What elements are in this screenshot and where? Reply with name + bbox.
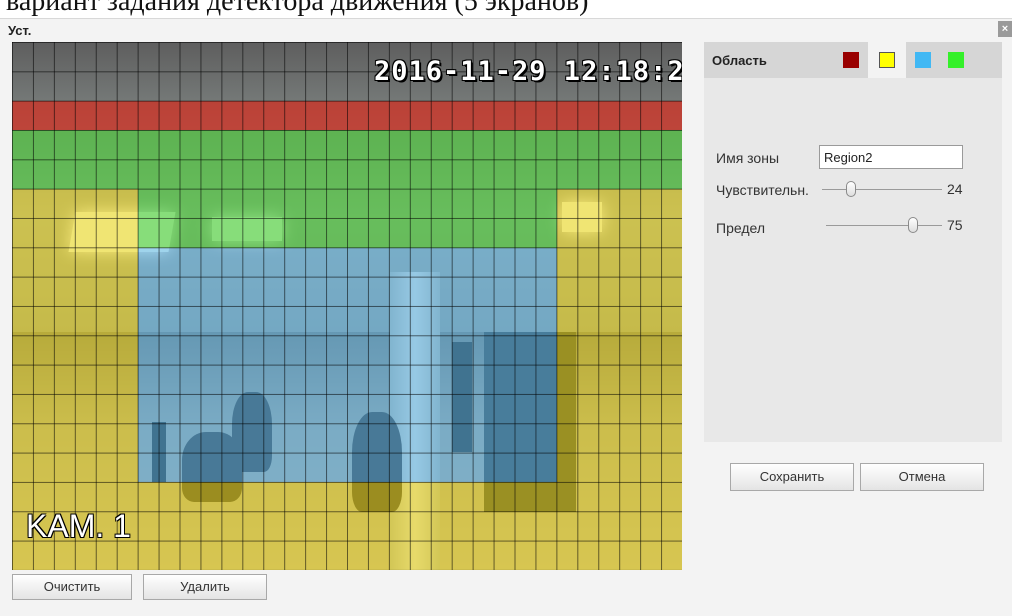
sensitivity-slider-track[interactable] [822,189,942,190]
threshold-label: Предел [716,220,765,236]
sensitivity-slider-thumb[interactable] [845,181,856,197]
top-strip-text: вариант задания детектора движения (5 эк… [6,0,589,17]
video-timestamp: 2016-11-29 12:18:23 [374,56,682,87]
zone-name-input[interactable] [819,145,963,169]
swatch-yellow[interactable] [879,52,895,68]
swatch-green[interactable] [948,52,964,68]
threshold-slider-thumb[interactable] [908,217,918,233]
sensitivity-label: Чувствительн. [716,182,809,198]
region-panel-title: Область [712,53,767,68]
video-preview[interactable]: 2016-11-29 12:18:23 KAM. 1 [12,42,682,570]
close-button[interactable]: × [998,21,1012,37]
swatch-red[interactable] [843,52,859,68]
zone-name-label: Имя зоны [716,150,779,166]
delete-button[interactable]: Удалить [143,574,267,600]
swatch-blue[interactable] [915,52,931,68]
sensitivity-value: 24 [947,181,963,197]
dialog-title: Уст. [8,23,32,38]
save-button[interactable]: Сохранить [730,463,854,491]
camera-label: KAM. 1 [26,508,131,544]
threshold-slider-track[interactable] [826,225,942,226]
region-panel: Область Имя зоны Чувствительн. 24 Предел… [704,42,1002,442]
threshold-value: 75 [947,217,963,233]
cancel-button[interactable]: Отмена [860,463,984,491]
clear-button[interactable]: Очистить [12,574,132,600]
region-panel-header: Область [704,42,1002,78]
motion-grid[interactable] [12,42,682,570]
